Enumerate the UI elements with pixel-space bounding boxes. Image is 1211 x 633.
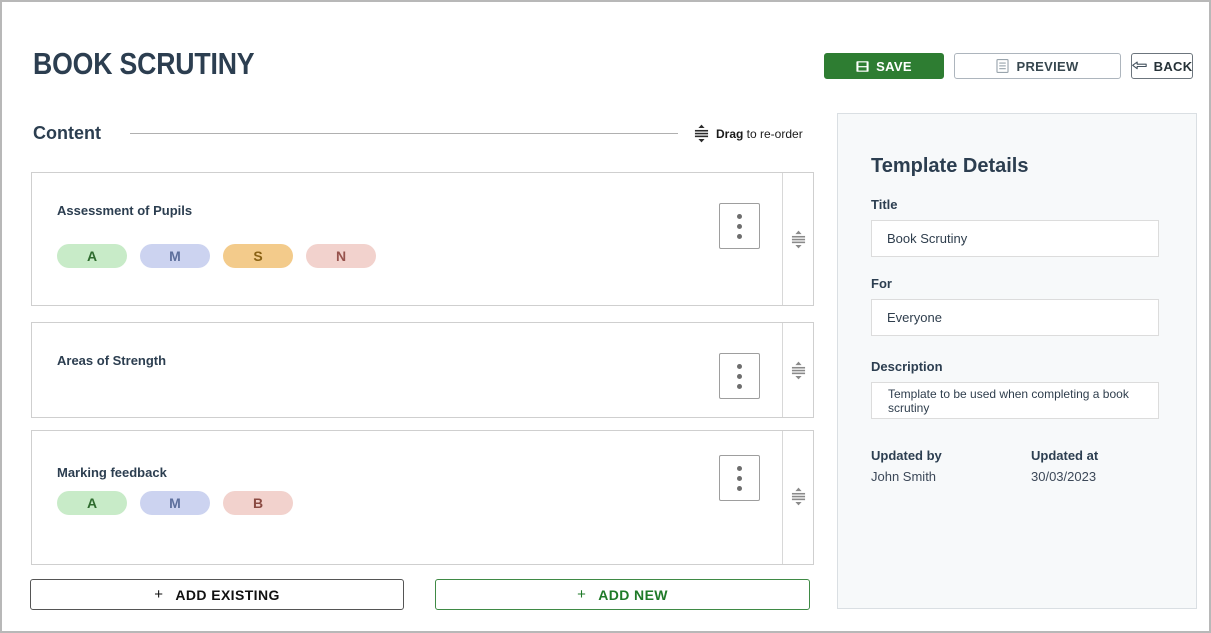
content-section-header: Content Drag to re-order xyxy=(33,123,813,144)
card-menu-wrapper xyxy=(719,455,760,501)
content-card[interactable]: Areas of Strength xyxy=(31,322,814,418)
back-button-label: BACK xyxy=(1153,58,1193,74)
drag-hint-strong: Drag xyxy=(715,126,744,141)
updated-by-label: Updated by xyxy=(871,448,942,463)
kebab-dot xyxy=(737,465,742,471)
card-drag-handle[interactable] xyxy=(782,323,813,417)
card-options-menu-button[interactable] xyxy=(719,353,760,399)
content-card-body: Areas of Strength xyxy=(32,323,782,417)
add-new-button[interactable]: + ADD NEW xyxy=(435,579,810,610)
pill-item[interactable]: N xyxy=(306,244,376,268)
kebab-dot xyxy=(737,233,742,239)
updated-at-value: 30/03/2023 xyxy=(1031,469,1097,484)
card-drag-handle[interactable] xyxy=(782,173,813,305)
content-card-title: Marking feedback xyxy=(57,465,167,480)
save-icon xyxy=(856,60,869,73)
card-drag-handle[interactable] xyxy=(782,431,813,564)
pill-item[interactable]: M xyxy=(140,244,210,268)
page-title: BOOK SCRUTINY xyxy=(33,46,255,81)
card-options-menu-button[interactable] xyxy=(719,203,760,249)
content-card-body: Marking feedback A M B xyxy=(32,431,782,564)
pill-group: A M S N xyxy=(57,244,782,268)
card-options-menu-button[interactable] xyxy=(719,455,760,501)
preview-button-label: PREVIEW xyxy=(1016,58,1079,74)
meta-row: Updated by John Smith Updated at 30/03/2… xyxy=(871,448,1196,484)
pill-item[interactable]: S xyxy=(223,244,293,268)
content-card-title: Areas of Strength xyxy=(57,353,167,368)
title-field-label: Title xyxy=(871,197,898,212)
updated-at-label: Updated at xyxy=(1031,448,1099,463)
pill-item[interactable]: M xyxy=(140,491,210,515)
for-field[interactable]: Everyone xyxy=(871,299,1159,336)
content-card-body: Assessment of Pupils A M S N xyxy=(32,173,782,305)
kebab-dot xyxy=(737,383,742,389)
plus-icon: + xyxy=(154,586,164,603)
app-page: BOOK SCRUTINY SAVE PREVIEW BACK Content … xyxy=(0,0,1211,633)
pill-item[interactable]: A xyxy=(57,491,127,515)
add-existing-label: ADD EXISTING xyxy=(175,586,280,603)
kebab-dot xyxy=(737,363,742,369)
updated-by-value: John Smith xyxy=(871,469,937,484)
updated-by-column: Updated by John Smith xyxy=(871,448,1031,484)
description-field[interactable]: Template to be used when completing a bo… xyxy=(871,382,1159,419)
add-existing-button[interactable]: + ADD EXISTING xyxy=(30,579,404,610)
panel-title: Template Details xyxy=(871,155,1029,177)
card-menu-wrapper xyxy=(719,353,760,399)
pill-item[interactable]: A xyxy=(57,244,127,268)
card-menu-wrapper xyxy=(719,203,760,249)
arrow-left-icon xyxy=(1131,60,1147,72)
drag-to-reorder-hint: Drag to re-order xyxy=(694,124,803,143)
drag-hint-text: Drag to re-order xyxy=(716,127,803,141)
kebab-dot xyxy=(737,223,742,229)
plus-icon: + xyxy=(577,586,587,603)
description-field-label: Description xyxy=(871,359,943,374)
preview-button[interactable]: PREVIEW xyxy=(954,53,1121,79)
kebab-dot xyxy=(737,213,742,219)
drag-reorder-icon xyxy=(694,124,709,143)
save-button[interactable]: SAVE xyxy=(824,53,944,79)
kebab-dot xyxy=(737,485,742,491)
template-details-panel: Template Details Title Book Scrutiny For… xyxy=(837,113,1197,609)
header-actions: SAVE PREVIEW BACK xyxy=(824,53,1193,79)
updated-at-column: Updated at 30/03/2023 xyxy=(1031,448,1191,484)
drag-hint-rest: to re-order xyxy=(743,126,803,141)
section-divider xyxy=(129,133,678,134)
pill-group: A M B xyxy=(57,491,782,515)
content-card[interactable]: Marking feedback A M B xyxy=(31,430,814,565)
document-icon xyxy=(996,59,1010,73)
add-actions-row: + ADD EXISTING + ADD NEW xyxy=(30,579,810,610)
save-button-label: SAVE xyxy=(876,58,912,74)
content-card[interactable]: Assessment of Pupils A M S N xyxy=(31,172,814,306)
pill-item[interactable]: B xyxy=(223,491,293,515)
content-card-title: Assessment of Pupils xyxy=(57,203,193,218)
content-label: Content xyxy=(33,123,101,143)
for-field-label: For xyxy=(871,276,892,291)
back-button[interactable]: BACK xyxy=(1131,53,1193,79)
kebab-dot xyxy=(737,475,742,481)
add-new-label: ADD NEW xyxy=(598,586,668,603)
kebab-dot xyxy=(737,373,742,379)
title-field[interactable]: Book Scrutiny xyxy=(871,220,1159,257)
